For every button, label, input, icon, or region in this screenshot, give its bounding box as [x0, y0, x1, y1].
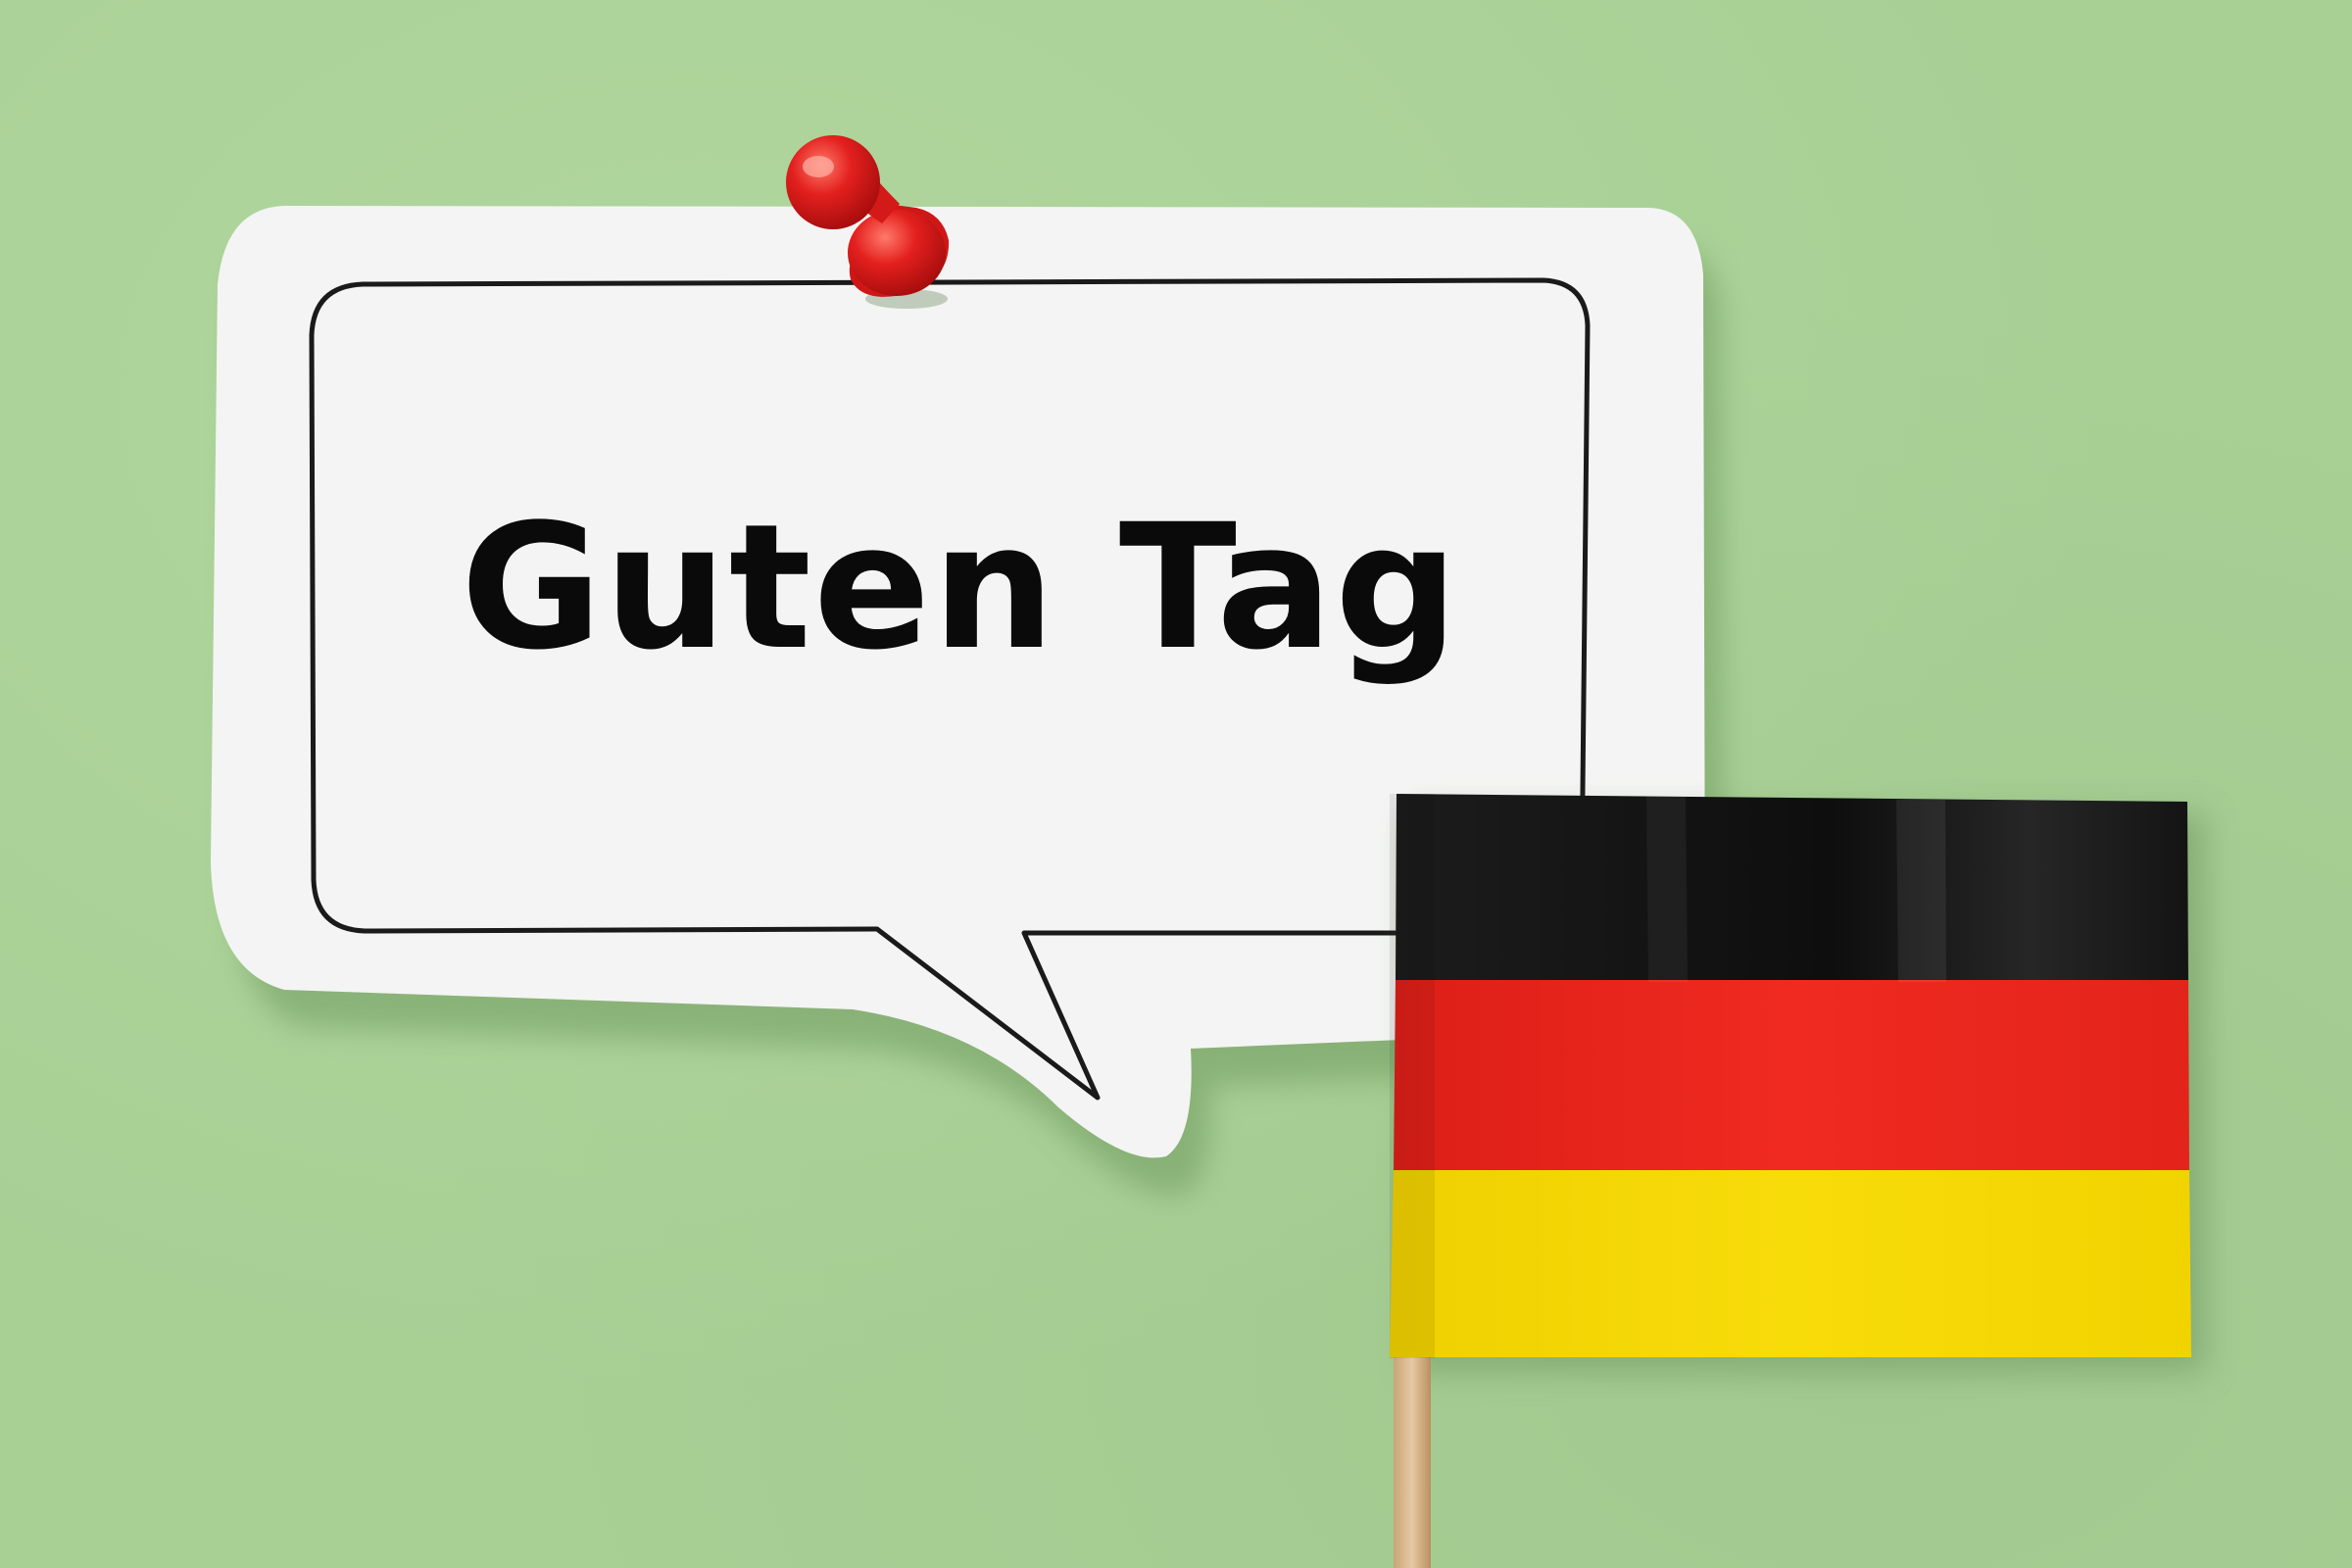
german-flag: [1390, 794, 2191, 1358]
green-background: Guten Tag: [0, 0, 2352, 1568]
speech-bubble-text: Guten Tag: [461, 487, 1460, 688]
flag-stripe-red: [1394, 980, 2189, 1172]
flag-stick: [1394, 1352, 1431, 1568]
flag-stripe-gold: [1390, 1170, 2191, 1357]
illustration: [211, 135, 2205, 1568]
flag-stripe-black: [1396, 794, 2188, 982]
